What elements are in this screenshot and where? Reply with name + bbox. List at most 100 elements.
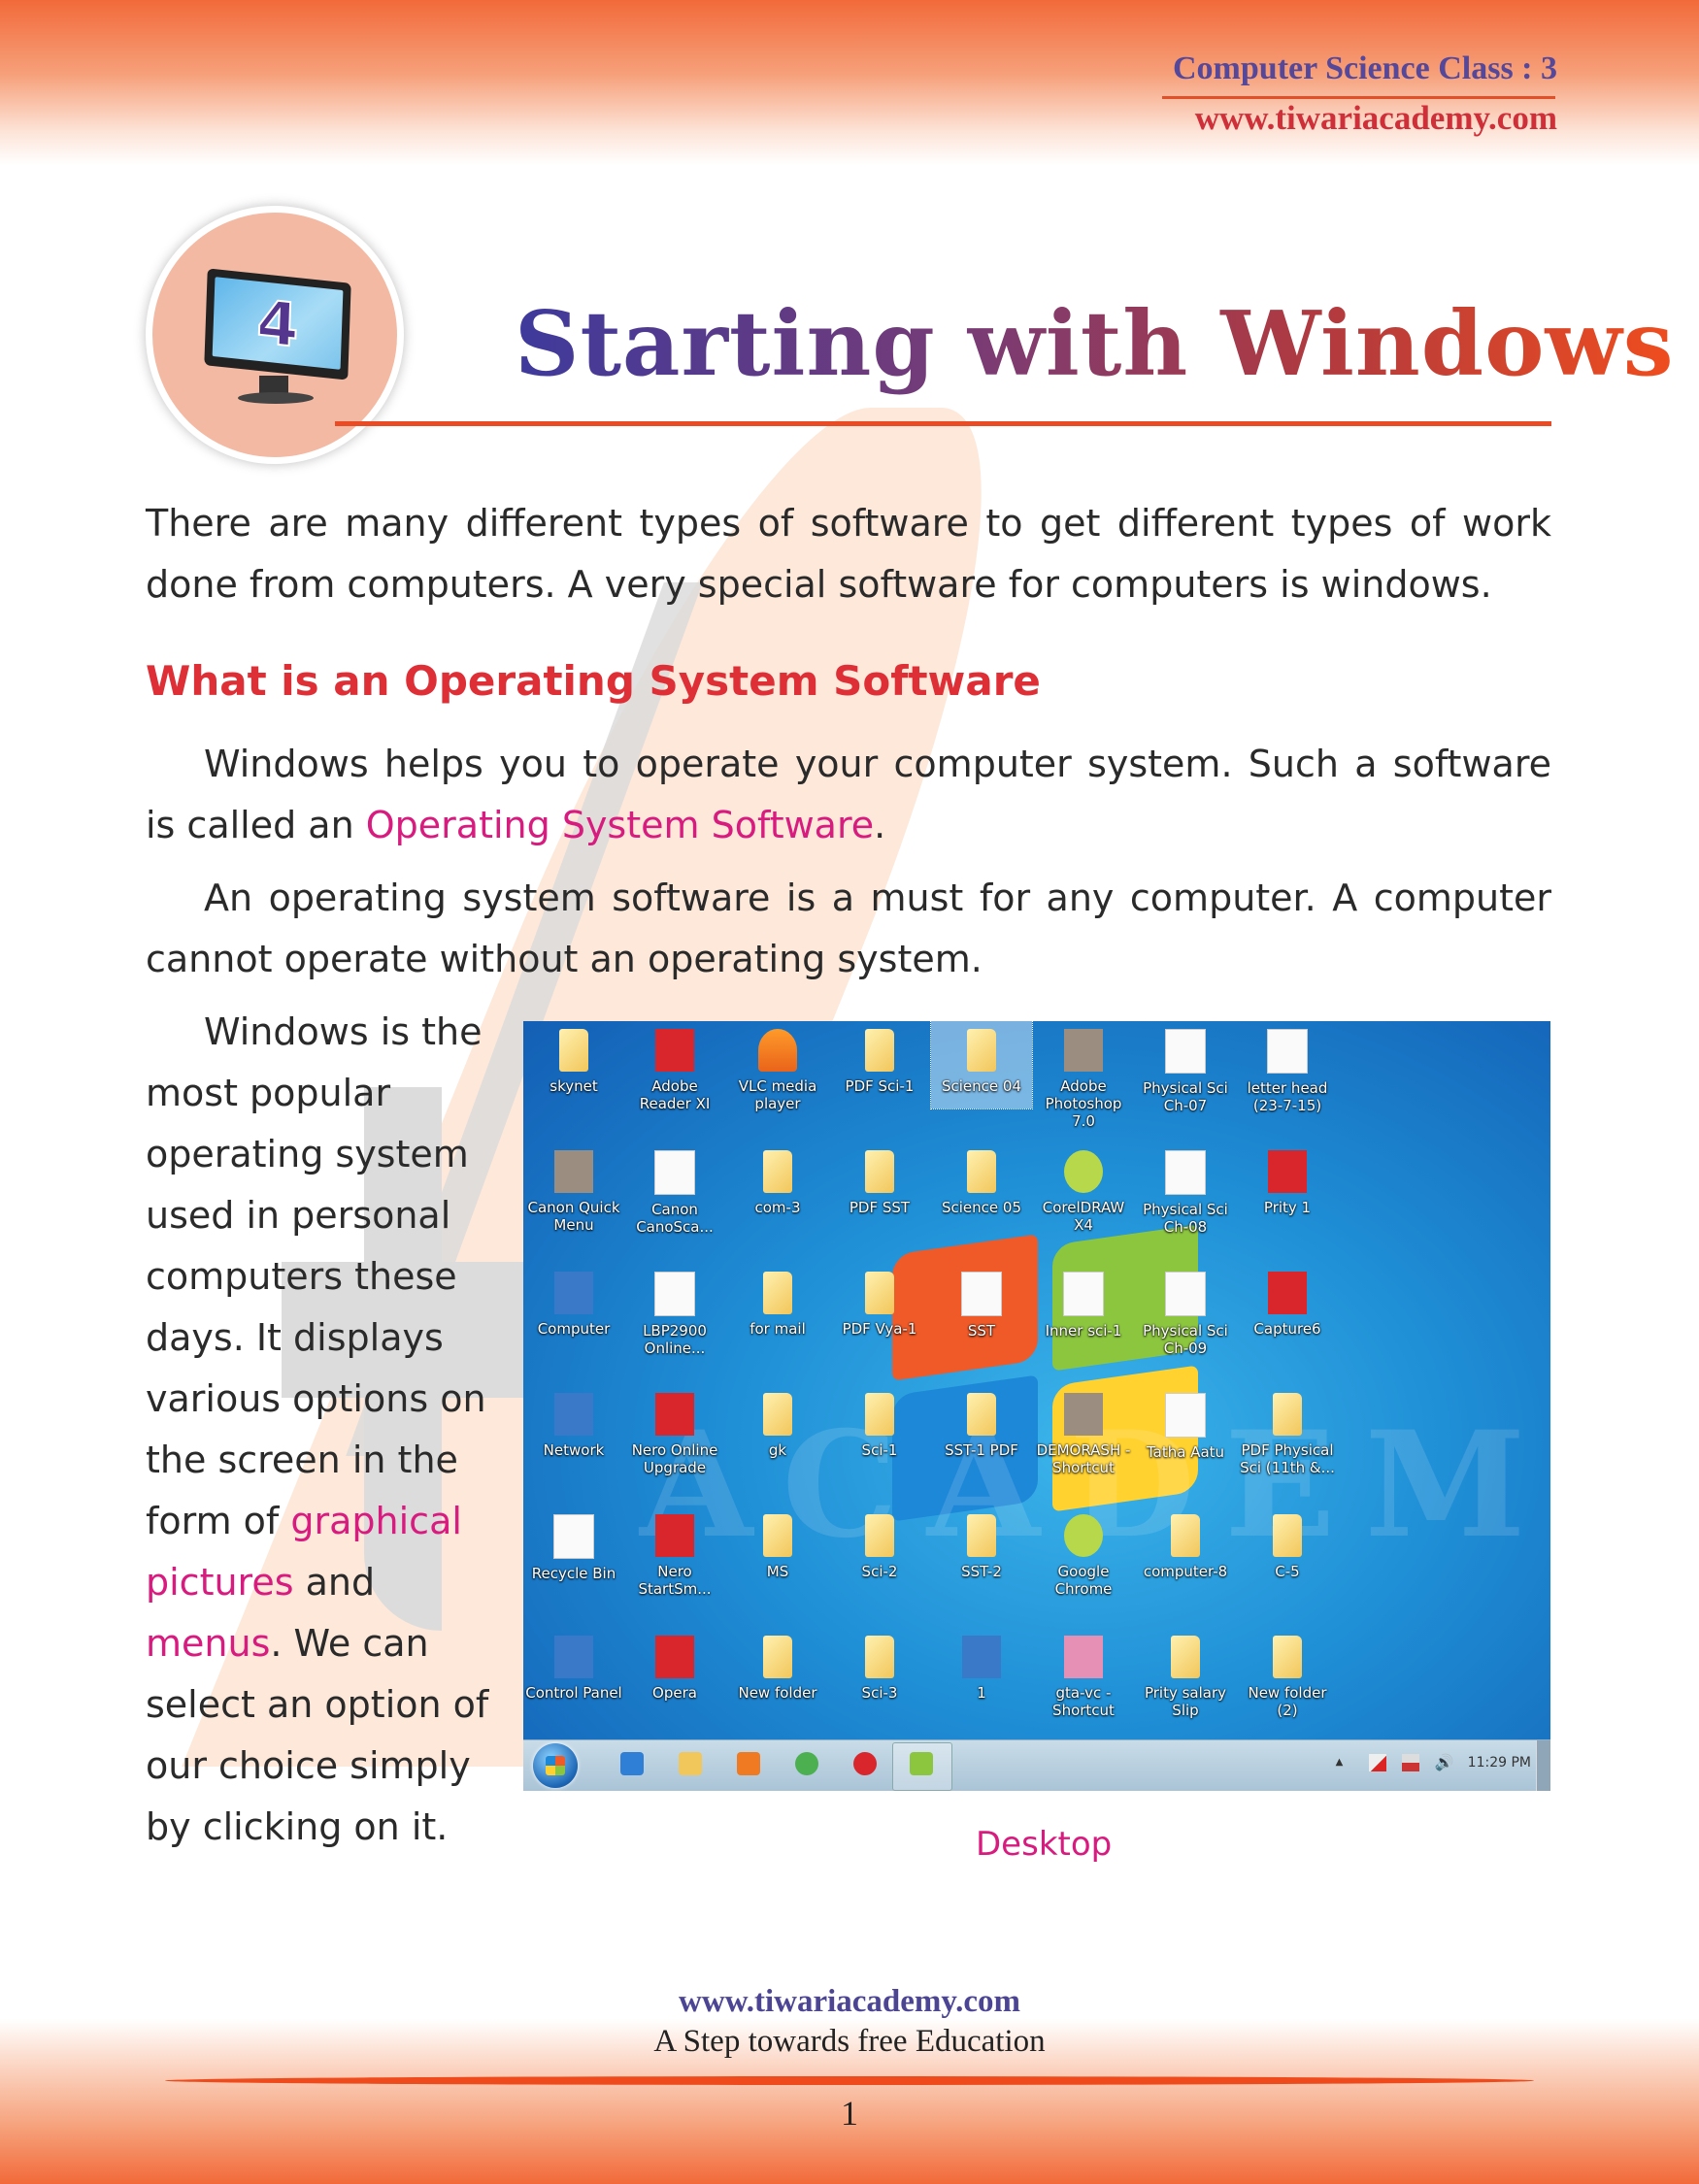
desktop-icon[interactable]: PDF Physical Sci (11th &... <box>1237 1385 1338 1476</box>
desktop-icon[interactable]: letter head (23-7-15) <box>1237 1021 1338 1114</box>
folder-icon <box>967 1150 996 1193</box>
side-line: most popular <box>146 1072 391 1114</box>
desktop-icon[interactable]: DEMORASH - Shortcut <box>1033 1385 1134 1476</box>
desktop-icon[interactable]: New folder <box>727 1628 828 1702</box>
desktop-icon[interactable]: PDF Sci-1 <box>829 1021 930 1095</box>
desktop-icon[interactable]: Prity 1 <box>1237 1142 1338 1216</box>
volume-icon[interactable]: 🔊 <box>1435 1754 1454 1771</box>
document-icon <box>553 1514 594 1559</box>
side-line: pictures and <box>146 1561 376 1604</box>
desktop-icon-label: Adobe Photoshop 7.0 <box>1045 1077 1122 1130</box>
side-line: menus. We can <box>146 1622 429 1665</box>
desktop-icon[interactable]: gta-vc - Shortcut <box>1033 1628 1134 1719</box>
taskbar-chrome-icon[interactable] <box>795 1752 818 1775</box>
folder-icon <box>1273 1514 1302 1557</box>
desktop-icon[interactable]: Sci-3 <box>829 1628 930 1702</box>
desktop-icon[interactable]: Google Chrome <box>1033 1506 1134 1598</box>
desktop-icon[interactable]: VLC media player <box>727 1021 828 1112</box>
show-desktop-button[interactable] <box>1536 1740 1550 1791</box>
desktop-icon[interactable]: Tatha Aatu <box>1135 1385 1236 1461</box>
desktop-icon[interactable]: Adobe Photoshop 7.0 <box>1033 1021 1134 1130</box>
action-center-flag-icon[interactable] <box>1368 1754 1386 1771</box>
app-icon <box>1268 1272 1307 1314</box>
app-icon <box>655 1393 694 1436</box>
network-icon[interactable] <box>1401 1754 1419 1771</box>
desktop-icon[interactable]: Inner sci-1 <box>1033 1264 1134 1340</box>
desktop-icon[interactable]: Sci-2 <box>829 1506 930 1580</box>
desktop-icon[interactable]: Recycle Bin <box>523 1506 624 1582</box>
desktop-icon[interactable]: New folder (2) <box>1237 1628 1338 1719</box>
desktop-icon-label: computer-8 <box>1143 1563 1228 1580</box>
desktop-icon[interactable]: SST-1 PDF <box>931 1385 1032 1459</box>
desktop-icon[interactable]: computer-8 <box>1135 1506 1236 1580</box>
taskbar-opera-icon[interactable] <box>853 1752 877 1775</box>
header-website-link[interactable]: www.tiwariacademy.com <box>1195 99 1557 138</box>
desktop-icon[interactable]: Adobe Reader XI <box>624 1021 725 1112</box>
p1-end: . <box>874 804 886 846</box>
desktop-icon[interactable]: C-5 <box>1237 1506 1338 1580</box>
desktop-icon[interactable]: PDF Vya-1 <box>829 1264 930 1338</box>
desktop-icon[interactable]: Canon CanoSca... <box>624 1142 725 1236</box>
desktop-icon[interactable]: Science 04 <box>930 1021 1033 1109</box>
folder-icon <box>763 1514 792 1557</box>
app-icon <box>554 1636 593 1678</box>
app-icon <box>554 1393 593 1436</box>
desktop-icon[interactable]: Computer <box>523 1264 624 1338</box>
folder-icon <box>1273 1393 1302 1436</box>
desktop-icon[interactable]: Physical Sci Ch-07 <box>1135 1021 1236 1114</box>
desktop-icon[interactable]: SST <box>931 1264 1032 1340</box>
title-underline <box>335 421 1551 426</box>
document-icon <box>1063 1272 1104 1316</box>
desktop-icon-label: New folder (2) <box>1248 1684 1327 1719</box>
desktop-icon[interactable]: 1 <box>931 1628 1032 1702</box>
taskbar-internet-explorer-icon[interactable] <box>620 1752 644 1775</box>
desktop-icon[interactable]: MS <box>727 1506 828 1580</box>
desktop-icon[interactable]: Physical Sci Ch-08 <box>1135 1142 1236 1236</box>
show-hidden-icons-icon[interactable]: ▲ <box>1336 1754 1353 1771</box>
desktop-icon[interactable]: Prity salary Slip <box>1135 1628 1236 1719</box>
desktop-icon[interactable]: Nero Online Upgrade <box>624 1385 725 1476</box>
desktop-icon-label: skynet <box>550 1077 598 1095</box>
desktop-icon-label: Sci-3 <box>861 1684 898 1702</box>
app-icon <box>1268 1150 1307 1193</box>
desktop-icon[interactable]: skynet <box>523 1021 624 1095</box>
desktop-icon-label: Computer <box>537 1320 611 1338</box>
side-line: computers these <box>146 1255 457 1298</box>
start-button[interactable] <box>533 1743 578 1788</box>
desktop-icon-label: Tatha Aatu <box>1146 1443 1225 1461</box>
taskbar-media-player-icon[interactable] <box>737 1752 760 1775</box>
desktop-icon[interactable]: Capture6 <box>1237 1264 1338 1338</box>
desktop-icon[interactable]: SST-2 <box>931 1506 1032 1580</box>
desktop-icon[interactable]: PDF SST <box>829 1142 930 1216</box>
desktop-icon-label: Physical Sci Ch-07 <box>1143 1079 1228 1114</box>
side-line: the screen in the <box>146 1439 458 1481</box>
desktop-icon-label: Physical Sci Ch-08 <box>1143 1201 1228 1236</box>
desktop-icon[interactable]: com-3 <box>727 1142 828 1216</box>
desktop-icon[interactable]: CorelDRAW X4 <box>1033 1142 1134 1234</box>
desktop-icon[interactable]: gk <box>727 1385 828 1459</box>
folder-icon <box>763 1393 792 1436</box>
chapter-title: Starting with Windows <box>515 291 1675 396</box>
desktop-icon-label: Google Chrome <box>1054 1563 1113 1598</box>
desktop-icon[interactable]: Control Panel <box>523 1628 624 1702</box>
desktop-icon-label: Nero StartSm... <box>638 1563 712 1598</box>
desktop-icon[interactable]: Sci-1 <box>829 1385 930 1459</box>
desktop-icon[interactable]: LBP2900 Online... <box>624 1264 725 1357</box>
desktop-icon[interactable]: Physical Sci Ch-09 <box>1135 1264 1236 1357</box>
desktop-icon[interactable]: Opera <box>624 1628 725 1702</box>
clock[interactable]: 11:29 PM <box>1468 1755 1531 1770</box>
app-icon <box>758 1029 797 1072</box>
desktop-icon[interactable]: for mail <box>727 1264 828 1338</box>
taskbar-active-app-icon[interactable] <box>910 1752 933 1775</box>
desktop-icon-label: VLC media player <box>738 1077 817 1112</box>
desktop-icon[interactable]: Nero StartSm... <box>624 1506 725 1598</box>
desktop-icon[interactable]: Science 05 <box>931 1142 1032 1216</box>
taskbar-windows-explorer-icon[interactable] <box>679 1752 702 1775</box>
desktop-icon[interactable]: Network <box>523 1385 624 1459</box>
desktop-icon-label: gk <box>768 1441 787 1459</box>
desktop-icon[interactable]: Canon Quick Menu <box>523 1142 624 1234</box>
desktop-icon-label: Sci-1 <box>861 1441 898 1459</box>
footer-website-link[interactable]: www.tiwariacademy.com <box>0 1984 1699 2020</box>
desktop-icon-label: DEMORASH - Shortcut <box>1036 1441 1131 1476</box>
desktop-icon-label: Physical Sci Ch-09 <box>1143 1322 1228 1357</box>
